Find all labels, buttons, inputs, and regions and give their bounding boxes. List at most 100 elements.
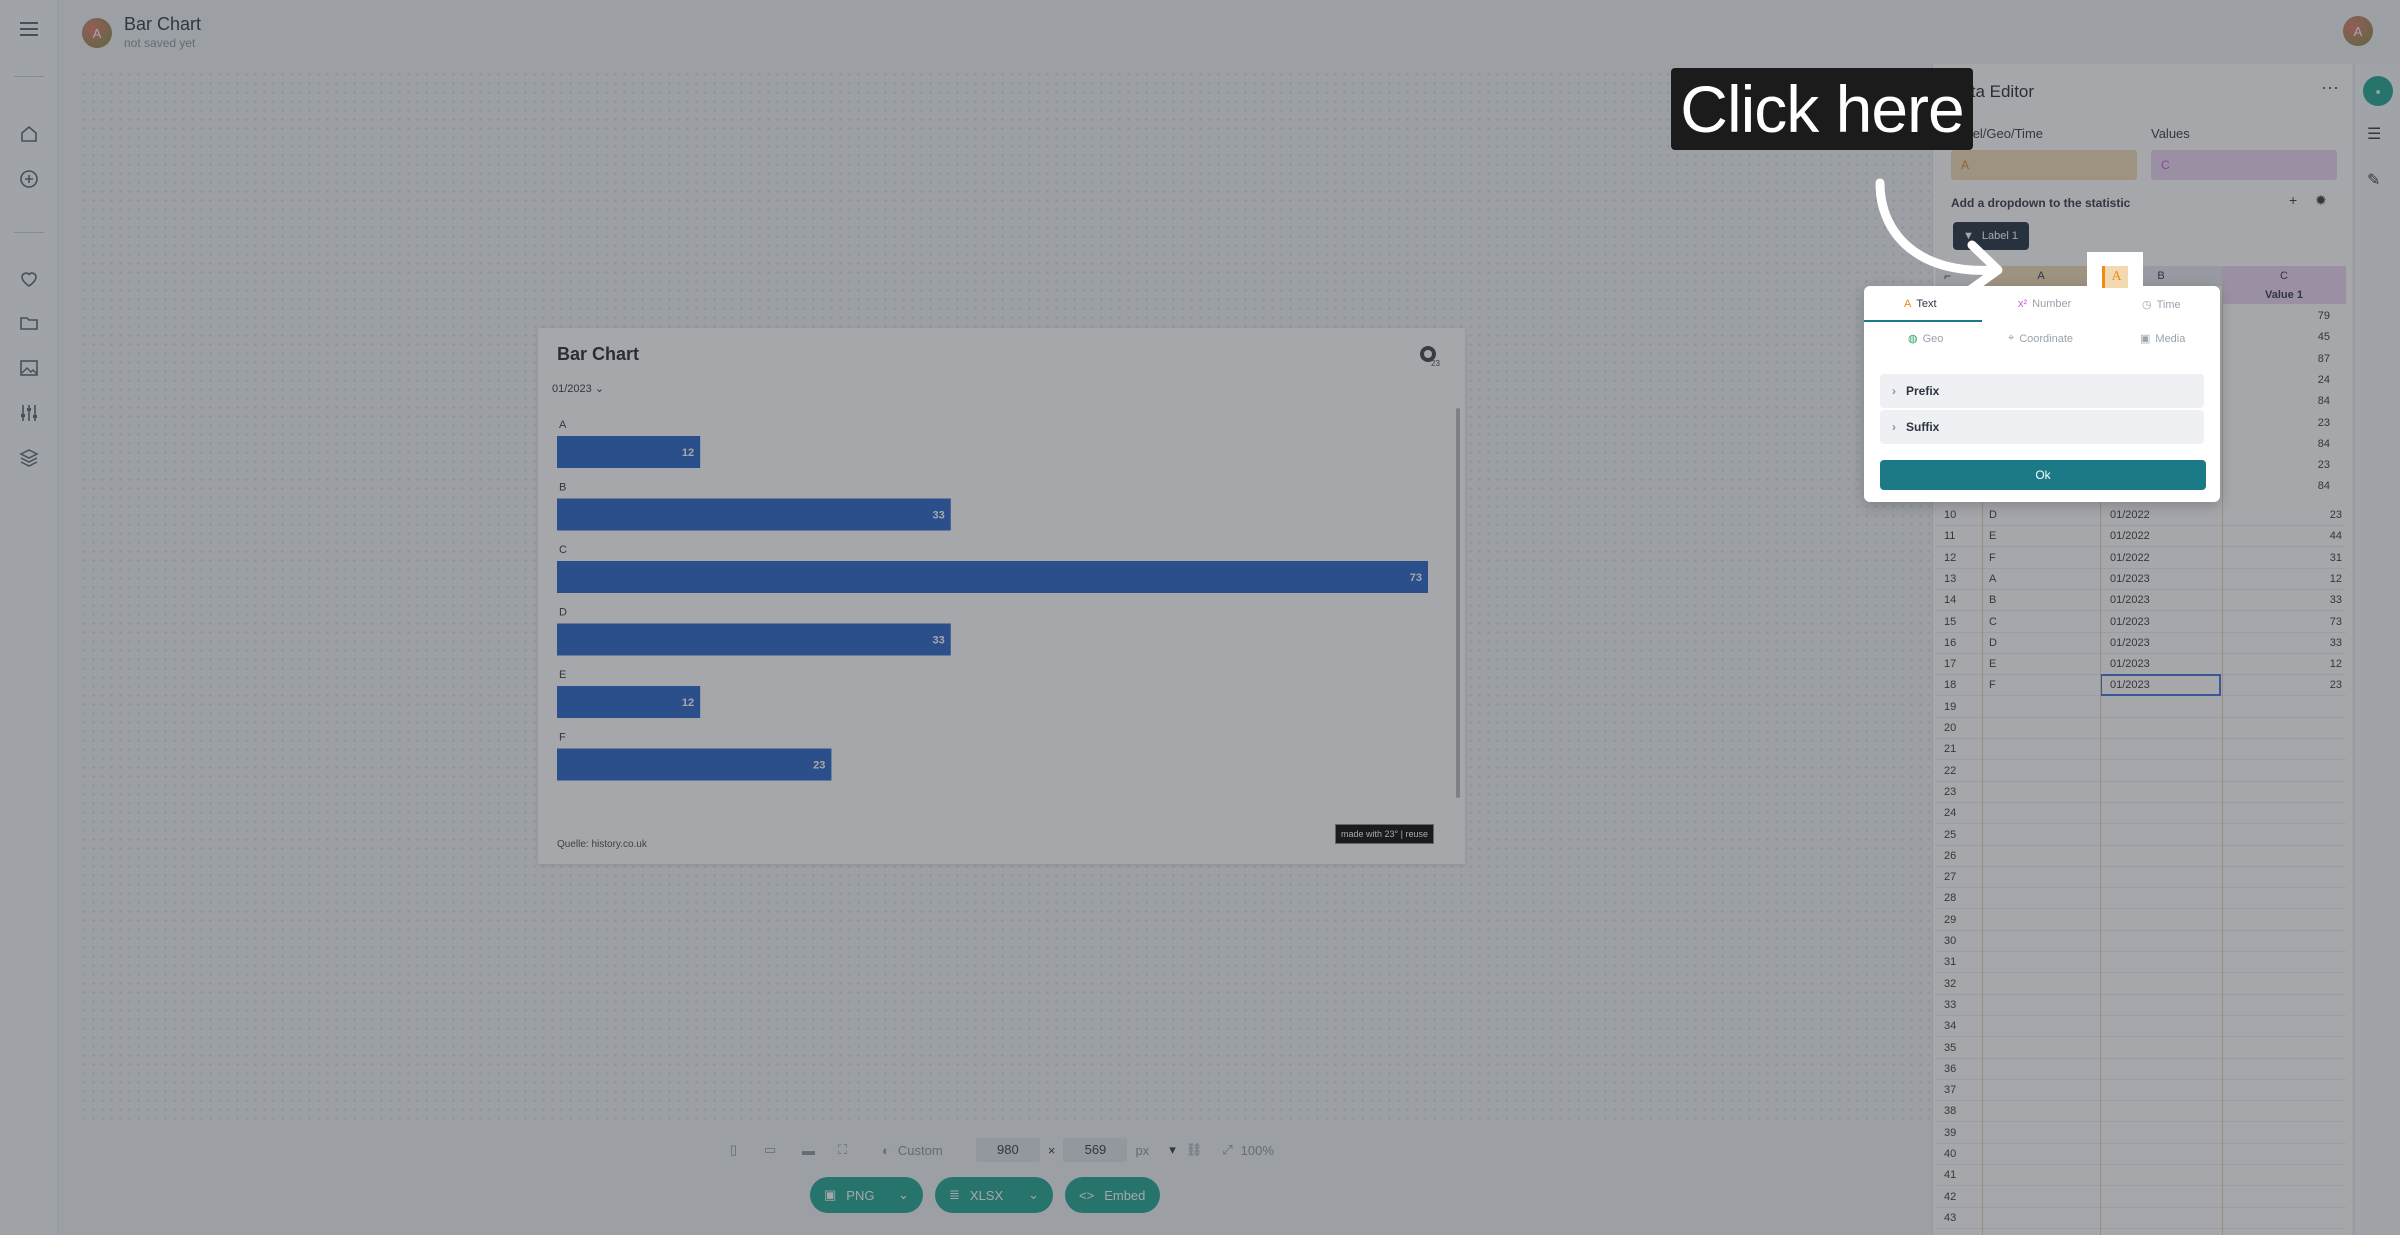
desktop-icon[interactable]: ▬ (802, 1143, 832, 1158)
row-number: 13 (1944, 572, 1957, 585)
value-cell[interactable]: 44 (2330, 530, 2342, 542)
pencil-icon[interactable]: ✎ (2367, 170, 2380, 190)
category-label: F (559, 732, 566, 744)
phone-icon[interactable]: ▯ (730, 1142, 750, 1158)
value-cell[interactable]: 23 (2318, 417, 2330, 429)
export-xlsx-button[interactable]: ≣ XLSX ⌄ (935, 1177, 1053, 1213)
ok-button[interactable]: Ok (1880, 460, 2206, 490)
tab-number[interactable]: x² Number (2018, 298, 2071, 310)
zoom-icon[interactable]: ⤢ (1222, 1142, 1232, 1158)
time-cell[interactable]: 01/2023 (2110, 616, 2150, 628)
unit-dropdown-icon[interactable]: ▾ (1169, 1142, 1176, 1158)
zoom-level[interactable]: 100% (1241, 1143, 1274, 1158)
label-cell[interactable]: D (1989, 637, 1997, 649)
column-type-button[interactable]: A (2087, 252, 2143, 302)
value-cell[interactable]: 84 (2318, 480, 2330, 492)
tab-coordinate[interactable]: ⌖ Coordinate (2008, 332, 2073, 345)
chevron-down-icon[interactable]: ⌄ (898, 1187, 909, 1203)
value-cell[interactable]: 12 (2330, 573, 2342, 585)
value-cell[interactable]: 79 (2318, 310, 2330, 322)
chart-filter-dropdown[interactable]: 01/2023 ⌄ (552, 382, 604, 395)
size-preset[interactable]: Custom (898, 1143, 964, 1158)
user-avatar[interactable]: A (2343, 16, 2373, 46)
table-row: 37 (1936, 1080, 2346, 1102)
value-cell[interactable]: 84 (2318, 395, 2330, 407)
value-cell[interactable]: 87 (2318, 353, 2330, 365)
values-column-select[interactable]: C (2151, 150, 2337, 180)
width-input[interactable]: 980 (975, 1138, 1040, 1162)
label-cell[interactable]: F (1989, 679, 1996, 691)
menu-icon[interactable] (14, 14, 44, 44)
label-cell[interactable]: A (1989, 573, 1996, 585)
folder-icon[interactable] (14, 308, 44, 338)
add-dropdown-icon[interactable]: + (2289, 192, 2297, 208)
settings-icon[interactable]: ✹ (2315, 192, 2327, 209)
chevron-down-icon[interactable]: ⌄ (1028, 1187, 1039, 1203)
height-input[interactable]: 569 (1063, 1138, 1128, 1162)
chart-filter-value: 01/2023 (552, 383, 592, 395)
heart-icon[interactable] (14, 264, 44, 294)
table-row: 17 E 01/2023 12 (1936, 654, 2346, 676)
table-row: 28 (1936, 888, 2346, 910)
column-header-c[interactable]: C (2222, 266, 2346, 286)
time-cell[interactable]: 01/2022 (2110, 530, 2150, 542)
chart-card[interactable]: Bar Chart 01/2023 ⌄ 23 A 12 B 33 C 73 D 33 E 12 F 2… (538, 328, 1465, 864)
embed-button[interactable]: <> Embed (1065, 1177, 1160, 1213)
label-cell[interactable]: E (1989, 658, 1996, 670)
made-with-badge[interactable]: made with 23° | reuse (1335, 824, 1434, 844)
card-scrollbar[interactable] (1456, 408, 1460, 798)
time-cell[interactable]: 01/2023 (2110, 658, 2150, 670)
layers-icon[interactable] (14, 443, 44, 473)
prefix-section[interactable]: › Prefix (1880, 374, 2204, 408)
value-cell[interactable]: 24 (2318, 374, 2330, 386)
time-cell[interactable]: 01/2023 (2110, 637, 2150, 649)
value-cell[interactable]: 33 (2330, 637, 2342, 649)
tab-geo[interactable]: ◍ Geo (1908, 332, 1943, 346)
tablet-icon[interactable]: ▭ (764, 1142, 794, 1158)
value-cell[interactable]: 73 (2330, 616, 2342, 628)
suffix-section[interactable]: › Suffix (1880, 410, 2204, 444)
time-cell[interactable]: 01/2023 (2110, 594, 2150, 606)
value-cell[interactable]: 31 (2330, 552, 2342, 564)
home-icon[interactable] (14, 119, 44, 149)
time-cell[interactable]: 01/2023 (2110, 573, 2150, 585)
value-cell[interactable]: 45 (2318, 331, 2330, 343)
database-icon[interactable]: ☰ (2367, 124, 2381, 144)
selected-cell[interactable] (2100, 674, 2221, 697)
time-cell[interactable]: 01/2022 (2110, 552, 2150, 564)
image-icon[interactable] (14, 353, 44, 383)
label-cell[interactable]: E (1989, 530, 1996, 542)
more-options-icon[interactable]: ⋯ (2321, 78, 2339, 99)
time-cell[interactable]: 01/2022 (2110, 509, 2150, 521)
export-png-button[interactable]: ▣ PNG ⌄ (810, 1177, 923, 1213)
tab-media[interactable]: ▣ Media (2140, 332, 2185, 346)
svg-text:23: 23 (1431, 359, 1440, 368)
row-number: 24 (1944, 807, 1957, 820)
value-cell[interactable]: 23 (2330, 509, 2342, 521)
value-cell[interactable]: 12 (2330, 658, 2342, 670)
table-row: 26 (1936, 846, 2346, 867)
link-icon[interactable]: ⛓ (1186, 1142, 1203, 1158)
value-cell[interactable]: 33 (2330, 594, 2342, 606)
database-icon: ≣ (949, 1187, 960, 1202)
fullscreen-icon[interactable]: ⛶ (838, 1142, 868, 1158)
tab-text[interactable]: A Text (1904, 298, 1937, 310)
rail-divider (14, 76, 44, 77)
value-column-title[interactable]: Value 1 (2222, 286, 2346, 304)
row-number: 35 (1944, 1041, 1957, 1054)
label-cell[interactable]: C (1989, 616, 1997, 628)
label-cell[interactable]: F (1989, 552, 1996, 564)
tab-time[interactable]: ◷ Time (2142, 298, 2181, 312)
label-cell[interactable]: D (1989, 509, 1997, 521)
code-icon: <> (1079, 1187, 1095, 1203)
table-row: 24 (1936, 803, 2346, 825)
add-circle-icon[interactable] (14, 164, 44, 194)
sliders-icon[interactable] (14, 398, 44, 428)
value-cell[interactable]: 84 (2318, 438, 2330, 450)
label-cell[interactable]: B (1989, 594, 1996, 606)
save-icon[interactable]: ▪ (2363, 76, 2393, 106)
value-cell[interactable]: 23 (2318, 459, 2330, 471)
xlsx-label: XLSX (969, 1187, 1004, 1203)
value-cell[interactable]: 23 (2330, 679, 2342, 691)
project-title[interactable]: Bar Chart (124, 14, 201, 35)
